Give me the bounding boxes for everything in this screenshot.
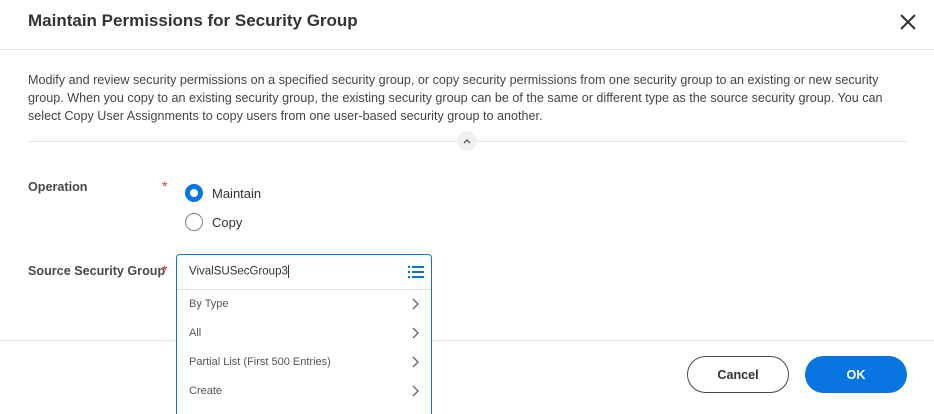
close-icon (900, 14, 916, 30)
source-security-group-input[interactable]: VivalSUSecGroup3 (189, 265, 389, 278)
menu-item-create[interactable]: Create (177, 377, 431, 406)
collapse-description-button[interactable] (457, 131, 477, 151)
footer-divider (0, 340, 934, 341)
required-mark: * (162, 262, 168, 278)
text-cursor (287, 265, 289, 278)
dialog-title: Maintain Permissions for Security Group (28, 11, 358, 30)
radio-maintain[interactable] (185, 184, 203, 202)
radio-maintain-label[interactable]: Maintain (212, 186, 261, 201)
chevron-right-icon (412, 356, 419, 368)
chevron-right-icon (412, 327, 419, 339)
source-security-group-prompt: VivalSUSecGroup3 By Type All Partial Lis… (176, 254, 432, 414)
ok-button[interactable]: OK (805, 356, 907, 393)
cancel-button[interactable]: Cancel (687, 356, 789, 393)
radio-copy-label[interactable]: Copy (212, 215, 242, 230)
menu-item-label: All (189, 327, 202, 339)
menu-item-by-type[interactable]: By Type (177, 290, 431, 319)
required-mark: * (162, 178, 168, 194)
menu-item-partial-list[interactable]: Partial List (First 500 Entries) (177, 348, 431, 377)
menu-item-label: Create (189, 385, 223, 397)
operation-label: Operation (28, 180, 88, 194)
prompt-list-icon[interactable] (408, 265, 424, 279)
menu-item-label: By Type (189, 298, 229, 310)
radio-copy[interactable] (185, 213, 203, 231)
menu-item-label: Partial List (First 500 Entries) (189, 356, 331, 368)
close-button[interactable] (896, 10, 920, 34)
input-value: VivalSUSecGroup3 (189, 265, 288, 278)
menu-item-all[interactable]: All (177, 319, 431, 348)
dialog-description: Modify and review security permissions o… (28, 73, 883, 123)
source-security-group-input-row[interactable]: VivalSUSecGroup3 (177, 255, 431, 290)
source-security-group-label: Source Security Group (28, 264, 166, 278)
chevron-up-icon (463, 139, 471, 144)
chevron-right-icon (412, 298, 419, 310)
chevron-right-icon (412, 385, 419, 397)
dialog-header: Maintain Permissions for Security Group (0, 0, 934, 50)
